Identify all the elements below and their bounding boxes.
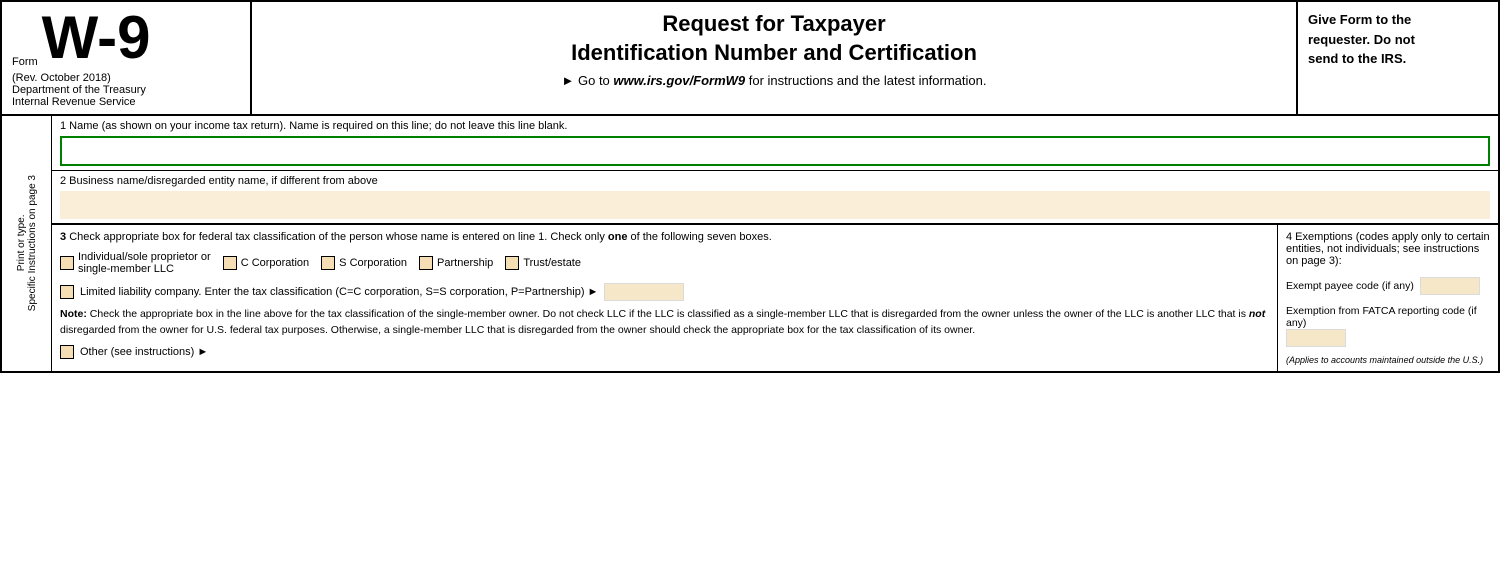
header-left: Form W-9 (Rev. October 2018) Department … — [2, 2, 252, 114]
line3-number: 3 — [60, 231, 66, 243]
checkbox-trust-box[interactable] — [505, 256, 519, 270]
other-text: Other (see instructions) ► — [80, 346, 208, 358]
checkbox-c-corp-box[interactable] — [223, 256, 237, 270]
side-label-text: Print or type. Specific Instructions on … — [16, 175, 38, 311]
llc-text: Limited liability company. Enter the tax… — [80, 286, 598, 298]
exempt-row: Exempt payee code (if any) — [1286, 277, 1490, 295]
line3-text: Check appropriate box for federal tax cl… — [69, 231, 608, 243]
line4-header: 4 Exemptions (codes apply only to certai… — [1286, 231, 1490, 267]
checkbox-individual-box[interactable] — [60, 256, 74, 270]
line3-header: 3 Check appropriate box for federal tax … — [60, 231, 1269, 243]
print-or-type: Print or type. — [16, 215, 27, 272]
other-checkbox-box[interactable] — [60, 345, 74, 359]
exempt-input[interactable] — [1420, 277, 1480, 295]
header-center: Request for Taxpayer Identification Numb… — [252, 2, 1298, 114]
right-text-3: send to the IRS. — [1308, 51, 1406, 66]
form-number: W-9 — [42, 8, 151, 68]
side-label-container: Print or type. Specific Instructions on … — [2, 116, 52, 371]
line4-section: 4 Exemptions (codes apply only to certai… — [1278, 225, 1498, 371]
line2-input[interactable] — [60, 191, 1490, 219]
form-header: Form W-9 (Rev. October 2018) Department … — [2, 2, 1498, 116]
checkbox-c-corp-label: C Corporation — [241, 257, 309, 269]
checkbox-s-corp: S Corporation — [321, 256, 407, 270]
right-text-2: requester. Do not — [1308, 32, 1415, 47]
goto-url: www.irs.gov/FormW9 — [613, 73, 745, 88]
form-w9: Form W-9 (Rev. October 2018) Department … — [0, 0, 1500, 373]
fatca-label: Exemption from FATCA reporting code (if … — [1286, 305, 1490, 329]
llc-input[interactable] — [604, 283, 684, 301]
line2-label: 2 Business name/disregarded entity name,… — [60, 175, 1490, 187]
main-title: Request for Taxpayer Identification Numb… — [272, 10, 1276, 67]
line1-section: 1 Name (as shown on your income tax retu… — [52, 116, 1498, 171]
line2-section: 2 Business name/disregarded entity name,… — [52, 171, 1498, 224]
other-row: Other (see instructions) ► — [60, 345, 1269, 359]
line3-suffix: of the following seven boxes. — [631, 231, 772, 243]
fatca-input[interactable] — [1286, 329, 1346, 347]
applies-text: (Applies to accounts maintained outside … — [1286, 355, 1490, 365]
irs: Internal Revenue Service — [12, 96, 240, 108]
llc-row: Limited liability company. Enter the tax… — [60, 283, 1269, 301]
header-right: Give Form to the requester. Do not send … — [1298, 2, 1498, 114]
checkbox-s-corp-label: S Corporation — [339, 257, 407, 269]
main-content: 1 Name (as shown on your income tax retu… — [52, 116, 1498, 371]
goto-label: ► Go to — [562, 73, 610, 88]
exempt-label: Exempt payee code (if any) — [1286, 280, 1414, 292]
line3-section: 3 Check appropriate box for federal tax … — [52, 225, 1278, 371]
line1-input[interactable] — [60, 136, 1490, 166]
note-text: Note: Check the appropriate box in the l… — [60, 307, 1269, 339]
note-part2: disregarded from the owner for U.S. fede… — [60, 324, 975, 336]
line34-row: 3 Check appropriate box for federal tax … — [52, 224, 1498, 371]
title-line2: Identification Number and Certification — [571, 40, 977, 65]
checkbox-trust-label: Trust/estate — [523, 257, 581, 269]
checkbox-c-corp: C Corporation — [223, 256, 309, 270]
line1-label: 1 Name (as shown on your income tax retu… — [60, 120, 1490, 132]
checkbox-s-corp-box[interactable] — [321, 256, 335, 270]
fatca-row: Exemption from FATCA reporting code (if … — [1286, 305, 1490, 347]
checkbox-partnership: Partnership — [419, 256, 493, 270]
llc-checkbox-box[interactable] — [60, 285, 74, 299]
note-bold: Note: — [60, 308, 87, 320]
checkbox-partnership-box[interactable] — [419, 256, 433, 270]
checkbox-individual-label: Individual/sole proprietor orsingle-memb… — [78, 251, 211, 275]
title-line1: Request for Taxpayer — [662, 11, 885, 36]
note-not: not — [1249, 308, 1265, 320]
form-label: Form — [12, 56, 38, 68]
right-text-1: Give Form to the — [1308, 12, 1411, 27]
checkboxes-row: Individual/sole proprietor orsingle-memb… — [60, 251, 1269, 275]
line3-one: one — [608, 231, 628, 243]
checkbox-individual: Individual/sole proprietor orsingle-memb… — [60, 251, 211, 275]
checkbox-trust: Trust/estate — [505, 256, 581, 270]
department: Department of the Treasury — [12, 84, 240, 96]
note-part1: Check the appropriate box in the line ab… — [90, 308, 1249, 320]
checkbox-partnership-label: Partnership — [437, 257, 493, 269]
rev-date: (Rev. October 2018) — [12, 72, 240, 84]
goto-text: ► Go to www.irs.gov/FormW9 for instructi… — [272, 73, 1276, 88]
goto-suffix: for instructions and the latest informat… — [749, 73, 987, 88]
specific-instructions: Specific Instructions on page 3 — [27, 175, 38, 311]
form-body: Print or type. Specific Instructions on … — [2, 116, 1498, 371]
